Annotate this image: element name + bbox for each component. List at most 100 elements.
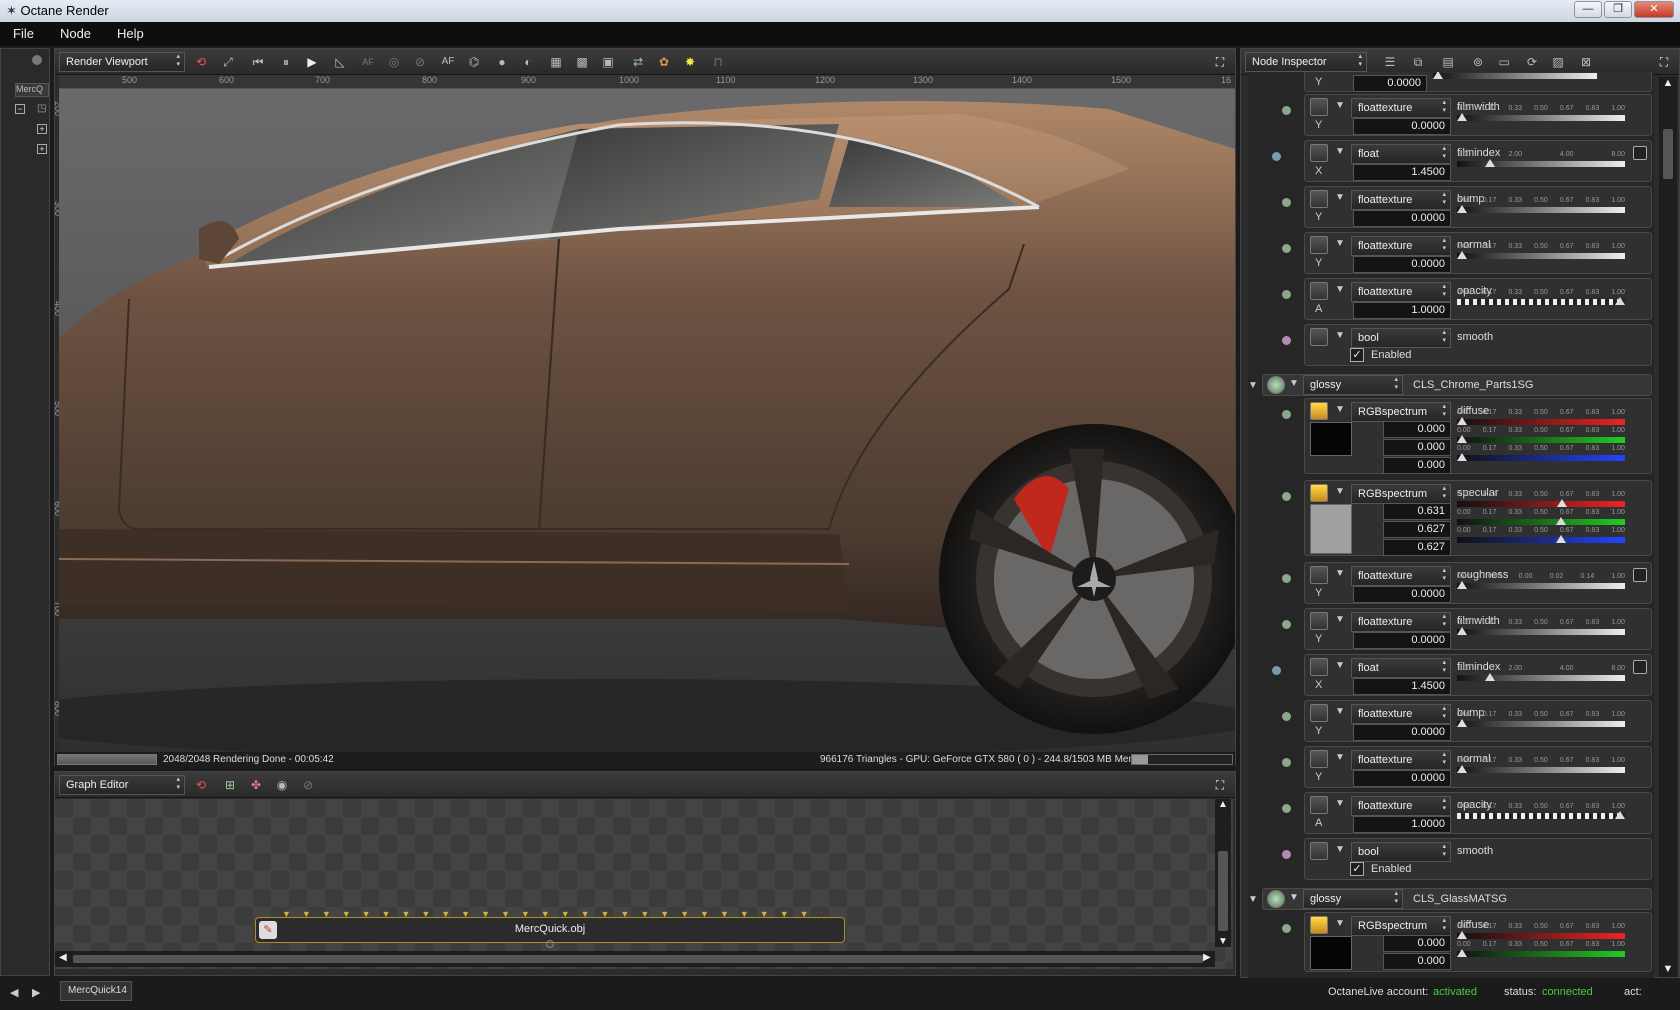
pin-dot-icon[interactable] — [1282, 620, 1291, 629]
slider-thumb[interactable] — [1457, 251, 1467, 259]
value-slider[interactable]: 0.00 0.17 0.33 0.50 0.67 0.83 1.00 — [1457, 243, 1625, 261]
node-type-dropdown[interactable]: float — [1351, 144, 1451, 164]
texture-icon[interactable] — [1310, 916, 1328, 934]
graph-editor-dropdown[interactable]: Graph Editor — [59, 775, 185, 795]
scroll-thumb[interactable] — [73, 955, 1203, 963]
collapse-icon[interactable]: ▼ — [1335, 798, 1345, 809]
render-image[interactable] — [59, 89, 1235, 752]
delete-node-icon[interactable]: ⊘ — [299, 776, 317, 794]
value-field[interactable]: 0.0000 — [1353, 724, 1451, 741]
save-render-icon[interactable]: ⇄ — [629, 53, 647, 71]
pin-dot-icon[interactable] — [1282, 758, 1291, 767]
value-slider[interactable]: 0.00 0.17 0.33 0.50 0.67 0.83 1.00 — [1457, 105, 1625, 123]
node-graph-canvas[interactable]: ✎ MercQuick.obj ▼▼▼▼▼▼▼▼▼▼▼▼▼▼▼▼▼▼▼▼▼▼▼▼… — [55, 799, 1233, 969]
autofocus-icon[interactable]: AF — [359, 53, 377, 71]
play-icon[interactable]: ▶ — [303, 53, 321, 71]
value-field[interactable]: 0.0000 — [1353, 210, 1451, 227]
value-slider[interactable]: 0.00 0.17 0.33 0.50 0.67 0.83 1.00 — [1457, 619, 1625, 637]
enabled-checkbox[interactable]: ✓ — [1350, 862, 1364, 876]
slider-thumb[interactable] — [1457, 719, 1467, 727]
color-swatch[interactable] — [1310, 422, 1352, 456]
menu-file[interactable]: File — [0, 22, 47, 46]
collapse-icon[interactable]: ▼ — [1335, 100, 1345, 111]
node-type-icon[interactable] — [1310, 144, 1328, 162]
pin-dot-icon[interactable] — [1282, 244, 1291, 253]
slider-thumb[interactable] — [1457, 453, 1467, 461]
material-sphere-icon[interactable] — [1267, 890, 1285, 908]
node-type-dropdown[interactable]: RGBspectrum — [1351, 484, 1451, 504]
value-field[interactable]: 0.0000 — [1353, 632, 1451, 649]
collapse-icon[interactable]: ▼ — [1335, 146, 1345, 157]
node-type-dropdown[interactable]: RGBspectrum — [1351, 402, 1451, 422]
clear-region-icon[interactable]: ▣ — [599, 53, 617, 71]
node-type-icon[interactable] — [1310, 328, 1328, 346]
node-type-icon[interactable] — [1310, 658, 1328, 676]
collapse-icon[interactable]: ▼ — [1248, 894, 1258, 905]
collapse-icon[interactable]: ▼ — [1335, 752, 1345, 763]
value-slider[interactable]: 0.00 0.17 0.33 0.50 0.67 0.83 1.00 — [1457, 409, 1625, 427]
slider-thumb[interactable] — [1457, 931, 1467, 939]
node-inspector-dropdown[interactable]: Node Inspector — [1245, 52, 1367, 72]
channel-value-field[interactable]: 0.631 — [1383, 503, 1451, 520]
scroll-right-icon[interactable]: ▶ — [1203, 952, 1211, 963]
node-type-dropdown[interactable]: floattexture — [1351, 796, 1451, 816]
region-icon[interactable]: ▦ — [547, 53, 565, 71]
node-type-icon[interactable] — [1310, 704, 1328, 722]
graph-vscroll[interactable]: ▲ ▼ — [1215, 799, 1231, 947]
picture-icon[interactable]: ▨ — [1549, 53, 1567, 71]
collapse-icon[interactable]: ▼ — [1335, 486, 1345, 497]
material-node-icon[interactable]: ✤ — [247, 776, 265, 794]
material-type-dropdown[interactable]: glossy — [1303, 375, 1403, 395]
curve-icon[interactable] — [1633, 660, 1647, 674]
slider-thumb[interactable] — [1433, 72, 1443, 79]
collapse-icon[interactable]: ▼ — [1335, 568, 1345, 579]
value-slider[interactable]: 0.00 0.17 0.33 0.50 0.67 0.83 1.00 — [1457, 445, 1625, 463]
pin-dot-icon[interactable] — [1282, 492, 1291, 501]
pin-dot-icon[interactable] — [1282, 290, 1291, 299]
value-field[interactable]: 0.0000 — [1353, 118, 1451, 135]
scroll-down-icon[interactable]: ▼ — [1215, 936, 1231, 947]
node-type-icon[interactable] — [1310, 190, 1328, 208]
node-type-dropdown[interactable]: floattexture — [1351, 236, 1451, 256]
curve-icon[interactable] — [1633, 568, 1647, 582]
collapse-icon[interactable]: − — [15, 104, 25, 114]
stack-icon[interactable]: ⧉ — [1409, 53, 1427, 71]
collapse-icon[interactable]: ▼ — [1335, 192, 1345, 203]
pin-dot-icon[interactable] — [1282, 198, 1291, 207]
tab-next-icon[interactable]: ▶ — [32, 986, 40, 999]
value-slider[interactable]: 0.00 0.17 0.33 0.50 0.67 0.83 1.00 — [1457, 923, 1625, 941]
sphere-alt-icon[interactable]: ◐ — [519, 53, 537, 71]
slider-thumb[interactable] — [1556, 535, 1567, 543]
graph-hscroll[interactable]: ◀ ▶ — [55, 951, 1215, 967]
focus-picker-icon[interactable]: ◺ — [331, 53, 349, 71]
node-type-dropdown[interactable]: floattexture — [1351, 750, 1451, 770]
value-slider[interactable]: 0.00 0.17 0.33 0.50 0.67 0.83 1.00 — [1457, 803, 1625, 821]
collapse-icon[interactable]: ▼ — [1335, 330, 1345, 341]
collapse-icon[interactable]: ▼ — [1335, 660, 1345, 671]
slider-thumb[interactable] — [1615, 297, 1625, 305]
value-field[interactable]: 1.4500 — [1353, 164, 1451, 181]
pin-dot-icon[interactable] — [1282, 850, 1291, 859]
channel-value-field[interactable]: 0.000 — [1383, 439, 1451, 456]
slider-thumb[interactable] — [1457, 113, 1467, 121]
pin-dot-icon[interactable] — [1282, 106, 1291, 115]
value-field[interactable]: 0.0000 — [1353, 586, 1451, 603]
channel-value-field[interactable]: 0.000 — [1383, 457, 1451, 474]
value-slider[interactable]: 0.00 0.17 0.33 0.50 0.67 0.83 1.00 — [1457, 527, 1625, 545]
value-field[interactable]: 1.0000 — [1353, 816, 1451, 833]
slider-thumb[interactable] — [1457, 627, 1467, 635]
value-slider[interactable]: 0.00 0.17 0.33 0.50 0.67 0.83 1.00 — [1457, 941, 1625, 959]
node-input-pins[interactable]: ▼▼▼▼▼▼▼▼▼▼▼▼▼▼▼▼▼▼▼▼▼▼▼▼▼▼▼▼▼ — [282, 909, 822, 917]
pin-icon[interactable] — [32, 55, 42, 65]
value-slider[interactable]: 0.00 0.17 0.33 0.50 0.67 0.83 1.00 — [1457, 711, 1625, 729]
value-slider[interactable]: 0.00 0.17 0.33 0.50 0.67 0.83 1.00 — [1457, 289, 1625, 307]
zoom-icon[interactable]: ⊘ — [411, 53, 429, 71]
image-icon[interactable]: ▤ — [1439, 53, 1457, 71]
add-node-icon[interactable]: ⊞ — [221, 776, 239, 794]
node-type-dropdown[interactable]: floattexture — [1351, 704, 1451, 724]
af-icon[interactable]: AF — [439, 53, 457, 71]
collapse-icon[interactable]: ▼ — [1335, 614, 1345, 625]
slider-thumb[interactable] — [1556, 499, 1567, 507]
close-button[interactable]: ✕ — [1634, 1, 1674, 18]
scroll-thumb[interactable] — [1663, 129, 1673, 179]
